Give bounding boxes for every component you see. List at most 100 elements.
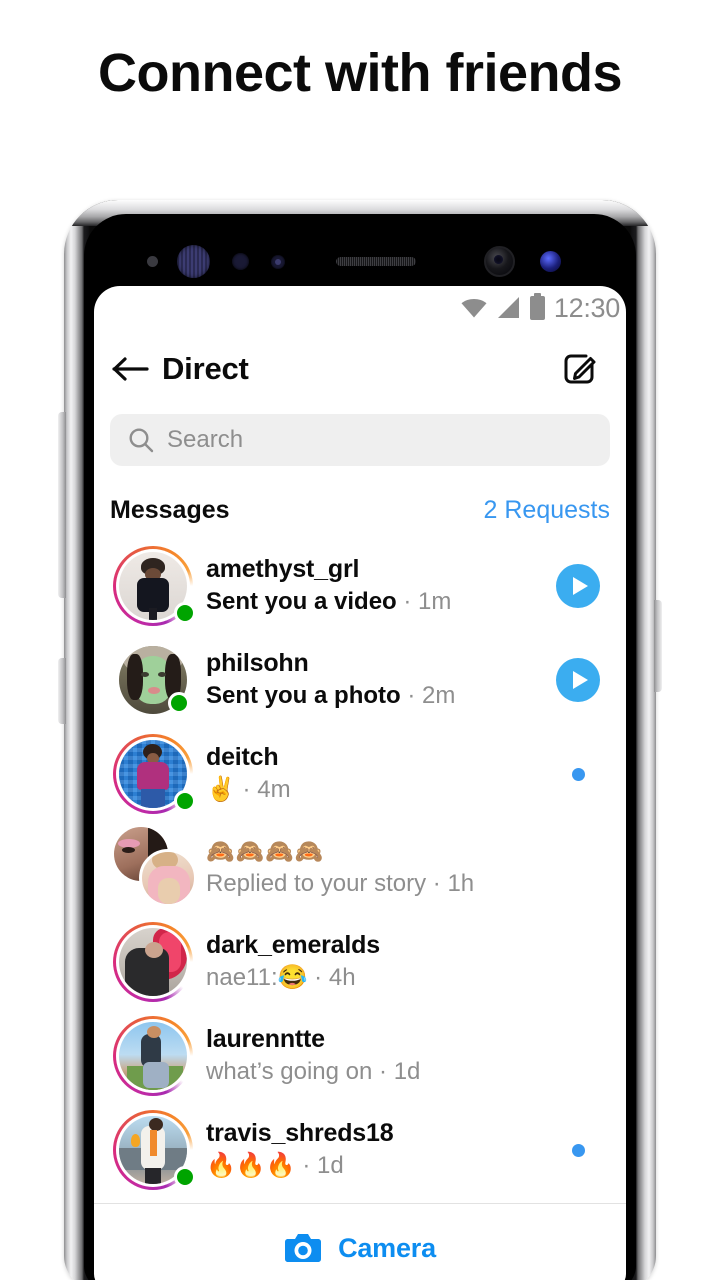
- table-row[interactable]: amethyst_grl Sent you a video · 1m: [110, 539, 610, 633]
- search-container: Search: [94, 408, 626, 466]
- camera-icon: [285, 1234, 322, 1262]
- online-status-dot: [174, 1166, 196, 1188]
- preview-time: 2m: [422, 682, 456, 709]
- preview-text: Replied to your story: [206, 870, 427, 897]
- preview-time-sep: ·: [295, 1152, 317, 1179]
- promo-screenshot: Connect with friends 12:30 Direct Search…: [0, 0, 720, 1280]
- conversation-username: 🙈🙈🙈🙈: [206, 838, 325, 864]
- compose-edit-icon: [564, 354, 596, 384]
- avatar[interactable]: [110, 727, 202, 821]
- play-button[interactable]: [556, 564, 600, 608]
- online-status-dot: [174, 602, 196, 624]
- proximity-sensor-icon: [147, 256, 158, 267]
- compose-button[interactable]: [558, 348, 600, 390]
- conversation-username: philsohn: [206, 649, 309, 677]
- profile-photo: [119, 1022, 187, 1090]
- power-button[interactable]: [654, 600, 662, 692]
- online-status-dot: [174, 790, 196, 812]
- preview-text: Sent you a video: [206, 588, 397, 615]
- back-button[interactable]: [108, 346, 154, 392]
- conversation-preview: what’s going on · 1d: [206, 1056, 546, 1088]
- preview-time: 1d: [393, 1058, 421, 1085]
- table-row[interactable]: deitch ✌ · 4m: [110, 727, 610, 821]
- preview-time-sep: ·: [372, 1058, 394, 1085]
- preview-time-sep: ·: [235, 776, 258, 803]
- app-header: Direct: [94, 330, 626, 408]
- screen-title: Direct: [162, 351, 249, 386]
- arrow-left-icon: [112, 357, 149, 381]
- preview-time: 1m: [418, 588, 452, 615]
- preview-time: 1h: [447, 870, 475, 897]
- play-icon: [572, 671, 588, 689]
- row-action[interactable]: [546, 658, 610, 702]
- conversation-text: laurenntte what’s going on · 1d: [202, 1024, 546, 1088]
- iris-scanner-icon: [177, 245, 210, 278]
- volume-rocker-button[interactable]: [58, 412, 66, 598]
- table-row[interactable]: travis_shreds18 🔥🔥🔥 · 1d: [110, 1103, 610, 1197]
- conversation-preview: nae11:😂 · 4h: [206, 962, 546, 994]
- preview-time-sep: ·: [400, 682, 422, 709]
- camera-button[interactable]: Camera: [94, 1204, 626, 1280]
- preview-text: Sent you a photo: [206, 682, 401, 709]
- notification-led-icon: [540, 251, 561, 272]
- conversation-preview: Sent you a photo · 2m: [206, 680, 546, 712]
- row-action: [546, 1143, 610, 1157]
- status-bar: 12:30: [94, 286, 626, 330]
- conversation-text: philsohn Sent you a photo · 2m: [202, 648, 546, 712]
- sensor-row: [84, 244, 636, 278]
- story-ring: [113, 922, 193, 1002]
- preview-text: what’s going on: [206, 1058, 373, 1085]
- search-icon: [129, 428, 154, 453]
- preview-text: 🔥🔥🔥: [206, 1152, 296, 1179]
- camera-label: Camera: [338, 1232, 436, 1263]
- conversation-username: dark_emeralds: [206, 931, 380, 959]
- requests-link[interactable]: 2 Requests: [484, 496, 610, 525]
- table-row[interactable]: laurenntte what’s going on · 1d: [110, 1009, 610, 1103]
- conversation-text: 🙈🙈🙈🙈 Replied to your story · 1h: [202, 836, 546, 900]
- infrared-sensor-icon: [271, 255, 285, 269]
- app-screen: 12:30 Direct Search Messages 2 Requests …: [94, 286, 626, 1280]
- online-status-dot: [168, 692, 190, 714]
- profile-photo: [119, 928, 187, 996]
- avatar[interactable]: [110, 633, 202, 727]
- story-ring: [113, 1016, 193, 1096]
- preview-text: nae11:😂: [206, 964, 308, 991]
- unread-indicator-dot: [571, 767, 585, 781]
- table-row[interactable]: dark_emeralds nae11:😂 · 4h: [110, 915, 610, 1009]
- conversation-text: deitch ✌ · 4m: [202, 742, 546, 806]
- page-title: Connect with friends: [97, 43, 623, 103]
- play-icon: [572, 577, 588, 595]
- table-row[interactable]: philsohn Sent you a photo · 2m: [110, 633, 610, 727]
- cellular-signal-icon: [496, 297, 521, 319]
- preview-time-sep: ·: [307, 964, 329, 991]
- avatar[interactable]: [110, 915, 202, 1009]
- ambient-light-sensor-icon: [232, 253, 249, 270]
- search-placeholder: Search: [167, 426, 244, 453]
- conversation-preview: ✌ · 4m: [206, 774, 546, 806]
- avatar[interactable]: [110, 1009, 202, 1103]
- preview-text: ✌: [206, 776, 236, 803]
- assistant-side-button[interactable]: [58, 658, 66, 724]
- conversation-preview: 🔥🔥🔥 · 1d: [206, 1150, 546, 1182]
- front-camera-icon: [484, 246, 515, 277]
- wifi-icon: [461, 298, 487, 318]
- conversation-username: laurenntte: [206, 1025, 325, 1053]
- play-button[interactable]: [556, 658, 600, 702]
- avatar[interactable]: [110, 1103, 202, 1197]
- avatar[interactable]: [110, 539, 202, 633]
- group-profile-photo-2: [139, 849, 197, 907]
- conversation-list: amethyst_grl Sent you a video · 1m phils…: [94, 539, 626, 1197]
- avatar[interactable]: [110, 821, 202, 915]
- search-input[interactable]: Search: [110, 414, 610, 466]
- row-action[interactable]: [546, 564, 610, 608]
- preview-time: 1d: [316, 1152, 344, 1179]
- conversation-text: amethyst_grl Sent you a video · 1m: [202, 554, 546, 618]
- status-bar-clock: 12:30: [553, 292, 620, 323]
- preview-time: 4h: [328, 964, 356, 991]
- table-row[interactable]: 🙈🙈🙈🙈 Replied to your story · 1h: [110, 821, 610, 915]
- conversation-preview: Replied to your story · 1h: [206, 868, 546, 900]
- row-action: [546, 767, 610, 781]
- phone-device: 12:30 Direct Search Messages 2 Requests …: [64, 200, 656, 1280]
- device-front-panel: 12:30 Direct Search Messages 2 Requests …: [84, 214, 636, 1280]
- conversation-text: dark_emeralds nae11:😂 · 4h: [202, 930, 546, 994]
